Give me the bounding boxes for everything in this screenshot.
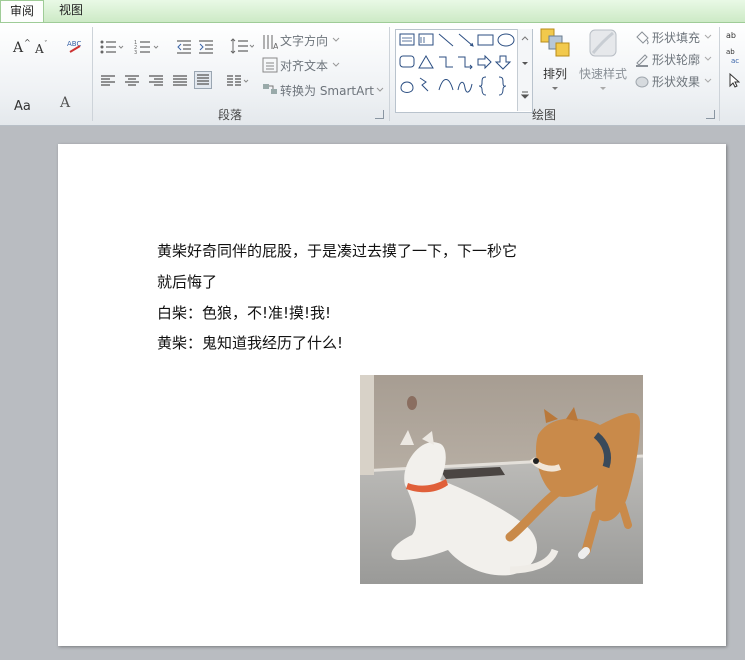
justify-icon[interactable] — [172, 73, 188, 89]
svg-text:ac: ac — [731, 57, 739, 65]
slide-page[interactable]: 黄柴好奇同伴的屁股，于是凑过去摸了一下，下一秒它 就后悔了 白柴：色狼，不!准!… — [58, 144, 726, 646]
arrange-button[interactable]: 排列 — [538, 27, 572, 92]
select-cursor-icon[interactable] — [728, 73, 740, 89]
grow-font-icon[interactable]: A ^ — [12, 37, 32, 55]
svg-text:^: ^ — [24, 38, 31, 47]
align-text-icon[interactable] — [262, 57, 278, 73]
align-left-icon[interactable] — [100, 73, 116, 89]
tab-view[interactable]: 视图 — [50, 0, 92, 22]
shape-effects-icon[interactable] — [634, 73, 650, 89]
text-direction-chevron-icon — [332, 37, 340, 43]
shape-fill-chevron-icon — [704, 34, 712, 40]
drawing-dialog-launcher[interactable] — [706, 110, 715, 119]
font-color-icon[interactable]: A — [58, 93, 78, 111]
body-text-line-1[interactable]: 黄柴好奇同伴的屁股，于是凑过去摸了一下，下一秒它 — [157, 240, 517, 261]
gallery-more-icon[interactable] — [521, 91, 529, 101]
replace-icon[interactable]: ab ac — [726, 47, 744, 65]
shape-fill-icon[interactable] — [634, 29, 650, 45]
shape-gallery-shapes — [399, 33, 515, 96]
arrange-icon — [538, 27, 572, 61]
arrange-label: 排列 — [542, 67, 567, 81]
gallery-down-icon[interactable] — [521, 61, 529, 67]
shape-gallery[interactable] — [395, 29, 533, 113]
change-case-button[interactable]: Aa — [14, 95, 31, 114]
paragraph-group-separator — [389, 27, 390, 121]
shape-outline-button[interactable]: 形状轮廓 — [652, 51, 700, 68]
numbering-icon[interactable]: 123 — [134, 39, 160, 55]
paragraph-group-label: 段落 — [217, 108, 242, 122]
change-case-label: Aa — [14, 99, 31, 114]
font-group-separator — [92, 27, 93, 121]
align-right-icon[interactable] — [148, 73, 164, 89]
shape-outline-icon[interactable] — [634, 51, 650, 67]
body-text-line-2[interactable]: 就后悔了 — [157, 271, 217, 292]
shape-effects-chevron-icon — [704, 78, 712, 84]
svg-text:ˇ: ˇ — [44, 40, 48, 48]
shape-outline-chevron-icon — [704, 56, 712, 62]
svg-text:A: A — [34, 42, 44, 55]
svg-text:A: A — [59, 95, 71, 111]
text-direction-icon[interactable]: A — [262, 33, 278, 51]
align-text-chevron-icon — [332, 62, 340, 68]
columns-icon[interactable] — [226, 73, 250, 89]
shape-fill-button[interactable]: 形状填充 — [652, 29, 700, 46]
shape-effects-button[interactable]: 形状效果 — [652, 73, 700, 90]
tab-view-label: 视图 — [58, 3, 83, 17]
quick-styles-button[interactable]: 快速样式 — [576, 27, 630, 92]
convert-smartart-chevron-icon — [376, 87, 384, 93]
shape-gallery-scrollbar[interactable] — [517, 29, 532, 111]
dog-photo-illustration — [360, 375, 643, 584]
increase-indent-icon[interactable] — [198, 39, 214, 55]
decrease-indent-icon[interactable] — [176, 39, 192, 55]
quick-styles-label: 快速样式 — [578, 67, 627, 81]
ribbon-tab-bar: 审阅 视图 — [0, 0, 745, 23]
smartart-icon[interactable] — [262, 81, 278, 97]
clear-formatting-icon[interactable]: ABC — [66, 37, 84, 55]
gallery-up-icon[interactable] — [521, 35, 529, 41]
arrange-chevron-icon — [552, 87, 558, 90]
body-text-line-3[interactable]: 白柴：色狼，不!准!摸!我! — [157, 302, 331, 323]
paragraph-dialog-launcher[interactable] — [375, 110, 384, 119]
drawing-group-separator — [719, 27, 720, 121]
quick-styles-icon — [576, 27, 630, 61]
quick-styles-chevron-icon — [600, 87, 606, 90]
shrink-font-icon[interactable]: Aˇ — [34, 39, 52, 55]
bullets-icon[interactable] — [100, 39, 124, 55]
svg-text:ab: ab — [726, 31, 736, 40]
svg-text:A: A — [273, 42, 278, 51]
tab-review[interactable]: 审阅 — [0, 0, 44, 22]
text-direction-button[interactable]: 文字方向 — [280, 32, 328, 49]
align-center-icon[interactable] — [124, 73, 140, 89]
svg-text:ab: ab — [726, 48, 735, 56]
ribbon: A ^ Aˇ ABC Aa A 123 A 文字方向 对齐文本 转换为 Smar… — [0, 23, 745, 126]
svg-text:A: A — [12, 40, 24, 55]
tab-review-label: 审阅 — [9, 4, 34, 18]
body-text-line-4[interactable]: 黄柴：鬼知道我经历了什么! — [157, 332, 343, 353]
drawing-group-label: 绘图 — [531, 108, 556, 122]
convert-smartart-button[interactable]: 转换为 SmartArt — [280, 82, 374, 99]
svg-text:3: 3 — [134, 50, 137, 55]
find-icon[interactable]: ab — [726, 29, 742, 43]
align-text-button[interactable]: 对齐文本 — [280, 57, 328, 74]
dog-photo[interactable] — [360, 375, 643, 584]
distributed-icon[interactable] — [194, 71, 212, 89]
line-spacing-icon[interactable] — [230, 37, 254, 55]
